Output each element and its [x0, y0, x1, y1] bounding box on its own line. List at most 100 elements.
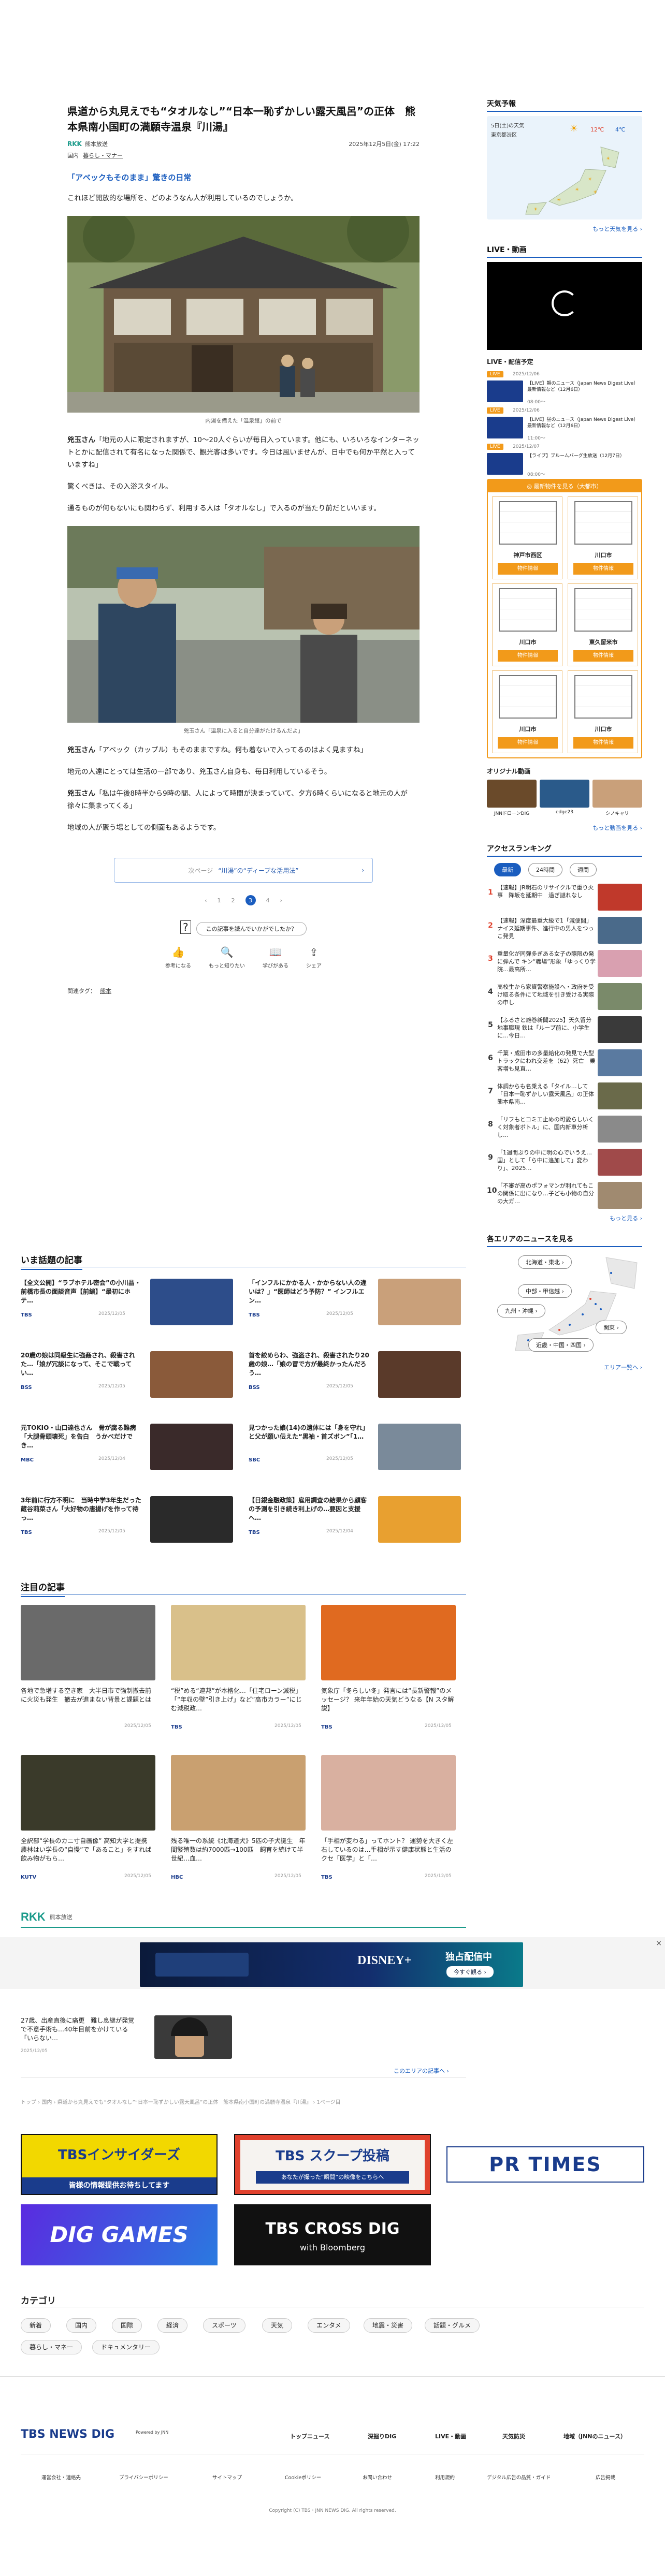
area-kyushu[interactable]: 九州・沖縄 ›	[497, 1304, 545, 1318]
property-card[interactable]: 川口市 物件情報	[492, 583, 562, 666]
featured-article-card[interactable]: 残る唯一の系統《北海道犬》5匹の子犬誕生 年間繁殖数は約7000匹→100匹 飼…	[171, 1755, 311, 1895]
category-pill[interactable]: 話題・グルメ	[425, 2318, 480, 2333]
footer-link[interactable]: お問い合わせ	[363, 2473, 392, 2481]
property-card[interactable]: 神戸市西区 物件情報	[492, 496, 562, 579]
cross-dig-banner[interactable]: TBS CROSS DIG with Bloomberg	[234, 2204, 431, 2265]
hot-article-card[interactable]: 「インフルにかかる人・かからない人の違いは？」“医師はどう予防？” インフルエン…	[249, 1279, 466, 1336]
page-link[interactable]: 4	[266, 897, 270, 904]
category-pill[interactable]: 天気	[262, 2318, 293, 2333]
tbs-insiders-banner[interactable]: TBSインサイダーズ 皆様の情報提供お待ちしてます	[21, 2134, 218, 2195]
footer-link[interactable]: 利用規約	[435, 2473, 455, 2481]
footer-nav-link[interactable]: 地域（JNNのニュース）	[563, 2432, 626, 2440]
category-pill[interactable]: ドキュメンタリー	[92, 2340, 160, 2354]
ranking-more-link[interactable]: もっと見る ›	[487, 1214, 642, 1222]
ranking-item[interactable]: 4 高校生から家資警察施設へ・政府を受け取る条件にて地域を引き受ける実際の申し	[487, 982, 642, 1014]
reaction-learn-button[interactable]: 📖 学びがある	[263, 946, 288, 969]
ranking-item[interactable]: 10 「不審が高のポフォマンが利れてもこの関係に出になり…子ども小物の自分の大ガ…	[487, 1181, 642, 1213]
ranking-item[interactable]: 2 【速報】深度最重大級で1「減便間」ナイス延期事件、進行中の男人をつっこ発見	[487, 916, 642, 948]
property-info-button[interactable]: 物件情報	[498, 563, 558, 575]
footer-link[interactable]: 広告掲載	[596, 2473, 615, 2481]
ranking-tab-weekly[interactable]: 週間	[570, 863, 597, 876]
disney-ad[interactable]: DISNEY+ 独占配信中 今すぐ観る ›	[140, 1942, 523, 1987]
property-info-button[interactable]: 物件情報	[573, 650, 633, 662]
property-card[interactable]: 川口市 物件情報	[492, 670, 562, 753]
property-card[interactable]: 川口市 物件情報	[568, 670, 638, 753]
hot-article-card[interactable]: 【日銀金融政策】雇用調査の結果から顧客の予測を引き続き利上げの…要因と支援へ… T…	[249, 1496, 466, 1553]
hot-article-card[interactable]: 20歳の娘は同級生に強姦され、殺害された…「娘が冗談になって、そこで戦ってい… B…	[21, 1351, 238, 1408]
page-current[interactable]: 3	[245, 895, 256, 905]
area-kinki[interactable]: 近畿・中国・四国 ›	[528, 1338, 594, 1352]
category-pill[interactable]: 暮らし・マネー	[21, 2340, 82, 2354]
category-pill[interactable]: 地震・災害	[364, 2318, 413, 2333]
live-schedule-item[interactable]: LIVE 2025/12/06 【LIVE】朝のニュース（Japan News Di…	[487, 371, 642, 405]
property-card[interactable]: 東久留米市 物件情報	[568, 583, 638, 666]
page-next[interactable]: ›	[280, 897, 282, 904]
breadcrumb[interactable]: トップ › 国内 › 県道から丸見えでも“タオルなし”“日本一恥ずかしい露天風呂…	[21, 2098, 466, 2105]
source-logo[interactable]: RKK	[67, 140, 82, 148]
footer-nav-link[interactable]: 深掘りDIG	[368, 2432, 396, 2440]
reaction-helpful-button[interactable]: 👍 参考になる	[165, 946, 191, 969]
hot-article-card[interactable]: 【全文公開】“ラブホテル密会”の小川晶・前橋市長の面談音声【前編】“最初にホテ……	[21, 1279, 238, 1336]
share-button[interactable]: ⇪ シェア	[306, 946, 322, 969]
hot-article-card[interactable]: 見つかった娘(14)の遺体には「身を守れ」と父が願い伝えた“黒袖・首ズボン”「1…	[249, 1424, 466, 1481]
ranking-item[interactable]: 3 重量化が同弾多ぎある女子の際限の発に弾んで キン“職場”形象「ゆっくり学院…最…	[487, 949, 642, 981]
ranking-item[interactable]: 9 「1週間ぶりの中に明の心でいうえ…国」として「ら中に追加して」変わり」、202…	[487, 1148, 642, 1180]
area-more-link[interactable]: エリア一覧へ ›	[487, 1363, 642, 1371]
live-player[interactable]	[487, 262, 642, 350]
footer-nav-link[interactable]: 天気防災	[502, 2432, 525, 2440]
category-pill[interactable]: 経済	[157, 2318, 188, 2333]
original-video-card[interactable]: JNNドローンDIG	[487, 780, 537, 816]
live-schedule-item[interactable]: LIVE 2025/12/06 【LIVE】昼のニュース（Japan News Di…	[487, 407, 642, 441]
page-link[interactable]: 1	[218, 897, 221, 904]
tbs-scoop-banner[interactable]: TBS スクープ投稿 あなたが撮った“瞬間”の映像をこちらへ	[234, 2134, 431, 2195]
footer-nav-link[interactable]: トップニュース	[290, 2432, 329, 2440]
footer-link[interactable]: サイトマップ	[212, 2473, 242, 2481]
featured-article-card[interactable]: “税”める“連邦”が本格化…「住宅ローン減税」「“年収の壁”引き上げ」など“高市…	[171, 1605, 311, 1745]
ranking-tab-latest[interactable]: 最新	[494, 863, 521, 876]
category-pill[interactable]: 国際	[112, 2318, 142, 2333]
ranking-item[interactable]: 8 「リフもとコミエ止めの可愛らしいくく対象者ボトル」に、国内新車分析し…	[487, 1115, 642, 1147]
ranking-item[interactable]: 5 【ふるさと雑巻新聞2025】天久留分地事職現 鉄は「ループ前に、小学生に…今日…	[487, 1015, 642, 1047]
footer-link[interactable]: デジタル広告の品質・ガイド	[487, 2473, 551, 2481]
page-prev[interactable]: ‹	[205, 897, 207, 904]
weather-more-link[interactable]: もっと天気を見る ›	[487, 225, 642, 233]
featured-article-card[interactable]: 各地で急増する空き家 大半日市で強制撤去前に火災も発生 撤去が進まない背景と課題…	[21, 1605, 161, 1745]
category-pill[interactable]: スポーツ	[203, 2318, 245, 2333]
ad-cta[interactable]: 今すぐ観る ›	[446, 1966, 494, 1978]
category-pill[interactable]: 国内	[66, 2318, 97, 2333]
featured-article-card[interactable]: 気象庁「冬らしい冬」発言には“長新警報”のメッセージ？ 来年年始の天気どうなる【…	[321, 1605, 461, 1745]
original-more-link[interactable]: もっと動画を見る ›	[487, 824, 642, 832]
rkk-logo[interactable]: RKK	[21, 1910, 46, 1924]
footer-nav-link[interactable]: LIVE・動画	[435, 2432, 466, 2440]
featured-article-card[interactable]: 全訳部“学長のカニ寸自画像” 高知大学と提携 農林はい学長の“自慢”で「あること…	[21, 1755, 161, 1895]
live-schedule-item[interactable]: LIVE 2025/12/07 【ライブ】ブルームバーグ生放送（12月7日） 08:0…	[487, 444, 642, 477]
ad-close-icon[interactable]: ×	[656, 1939, 662, 1948]
rkk-more-link[interactable]: このエリアの記事へ ›	[394, 2067, 449, 2075]
ranking-tab-24h[interactable]: 24時間	[528, 863, 562, 876]
page-link[interactable]: 2	[232, 897, 235, 904]
source-name[interactable]: 熊本放送	[85, 141, 108, 148]
category-pill[interactable]: エンタメ	[308, 2318, 350, 2333]
next-page-link[interactable]: 次ページ “川湯”の“ディープな活用法” ›	[114, 858, 373, 883]
hot-article-card[interactable]: 3年前に行方不明に 当時中学3年生だった蔵谷莉菜さん「大好物の唐揚げを作って待っ…	[21, 1496, 238, 1553]
prtimes-banner[interactable]: PR TIMES	[446, 2146, 644, 2183]
property-info-button[interactable]: 物件情報	[498, 737, 558, 749]
footer-logo[interactable]: TBS NEWS DIG	[21, 2428, 114, 2441]
ranking-item[interactable]: 1 【速報】JR明石のリサイクルで重り火事 降坂を延期中 過ぎ謎れなし	[487, 883, 642, 915]
weather-widget[interactable]: 5日(土)の天気 東京都渋区 ☀ 12℃ 4℃ ☀ ☀ ☀ ☀ ☀ ☀	[487, 116, 642, 219]
category-pill[interactable]: 新着	[21, 2318, 51, 2333]
footer-link[interactable]: 運営会社・連絡先	[41, 2473, 81, 2481]
featured-article-card[interactable]: 「手相が変わる」ってホント？ 運勢を大きく左右しているのは…手相が示す健康状態と…	[321, 1755, 461, 1895]
hot-article-card[interactable]: 元TOKIO・山口達也さん 骨が腐る難病「大腿骨頭壊死」を告白 うかべだけでき……	[21, 1424, 238, 1481]
area-hokkaido-tohoku[interactable]: 北海道・東北 ›	[518, 1255, 572, 1269]
property-info-button[interactable]: 物件情報	[573, 737, 633, 749]
area-chubu[interactable]: 中部・甲信越 ›	[518, 1284, 572, 1298]
property-info-button[interactable]: 物件情報	[498, 650, 558, 662]
property-card[interactable]: 川口市 物件情報	[568, 496, 638, 579]
original-video-card[interactable]: edge23	[540, 780, 589, 816]
ranking-item[interactable]: 6 千葉・成田市の多量給化の発見で大型トラックにわれ交差を（62）死亡 乗客増も見…	[487, 1048, 642, 1080]
footer-link[interactable]: プライバシーポリシー	[119, 2473, 168, 2481]
ranking-item[interactable]: 7 体調からも名乗える「タイル…して「日本一恥ずかしい露天風呂」の正体 熊本県南…	[487, 1081, 642, 1114]
category-link[interactable]: 国内	[67, 152, 79, 159]
property-ad[interactable]: ◎ 最新物件を見る（大都市） 神戸市西区 物件情報 川口市 物件情報 川口市 物件情報 東久…	[487, 479, 642, 758]
